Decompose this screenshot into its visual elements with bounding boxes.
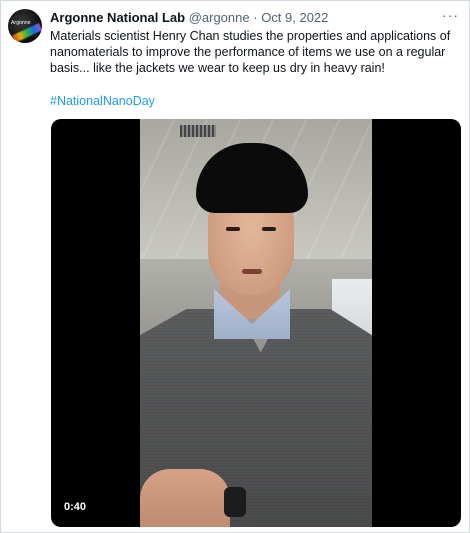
- video-person-eye-left: [226, 227, 240, 231]
- hashtag-link[interactable]: #NationalNanoDay: [50, 93, 155, 109]
- tweet-date[interactable]: Oct 9, 2022: [261, 10, 328, 25]
- video-player[interactable]: 0:40: [51, 119, 461, 527]
- avatar[interactable]: Argonne: [8, 9, 42, 43]
- video-person-mouth: [242, 269, 262, 274]
- more-options-icon[interactable]: ···: [442, 7, 459, 23]
- tweet-text: Materials scientist Henry Chan studies t…: [50, 29, 451, 75]
- tweet-header: Argonne National Lab @argonne · Oct 9, 2…: [50, 10, 328, 26]
- video-person-hand: [140, 469, 230, 527]
- video-thumbnail: [140, 119, 372, 527]
- avatar-logo-text: Argonne: [11, 20, 31, 26]
- video-person-head: [196, 143, 308, 295]
- video-duration-badge: 0:40: [59, 499, 92, 515]
- video-person-eye-right: [262, 227, 276, 231]
- tweet-card[interactable]: Argonne Argonne National Lab @argonne · …: [0, 0, 470, 533]
- header-separator: ·: [253, 10, 258, 25]
- avatar-logo-streak: [11, 23, 42, 43]
- video-person-hair: [196, 143, 308, 213]
- video-ceiling-vent: [180, 125, 216, 137]
- video-person-watch: [224, 487, 246, 517]
- author-name[interactable]: Argonne National Lab: [50, 10, 185, 25]
- author-handle[interactable]: @argonne: [189, 10, 250, 25]
